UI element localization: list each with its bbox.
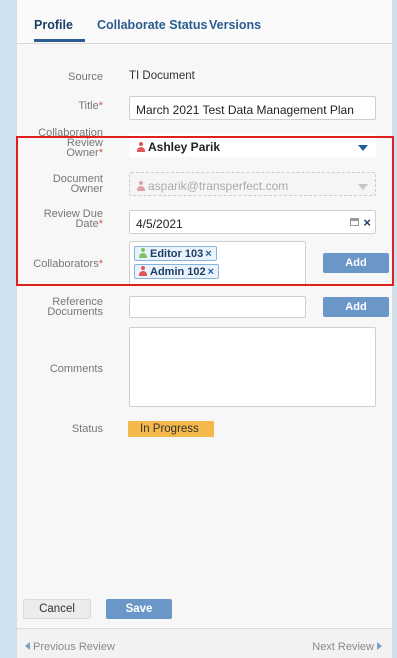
tab-bar: Profile Collaborate Status Versions bbox=[17, 0, 392, 44]
calendar-icon[interactable] bbox=[350, 218, 359, 226]
cancel-button[interactable]: Cancel bbox=[23, 599, 91, 619]
chevron-left-icon bbox=[25, 642, 30, 650]
person-icon bbox=[138, 266, 147, 276]
collaborators-label: Collaborators* bbox=[33, 258, 103, 270]
review-navigation: Previous Review Next Review bbox=[17, 628, 392, 658]
tab-profile[interactable]: Profile bbox=[34, 18, 73, 32]
person-icon bbox=[138, 248, 147, 258]
clear-date-icon[interactable]: × bbox=[363, 215, 371, 230]
save-button[interactable]: Save bbox=[106, 599, 172, 619]
collaborator-chip[interactable]: Admin 102 × bbox=[134, 264, 220, 279]
status-label: Status bbox=[71, 423, 103, 435]
active-tab-indicator bbox=[34, 39, 85, 42]
tab-versions[interactable]: Versions bbox=[209, 18, 261, 32]
remove-chip-icon[interactable]: × bbox=[208, 266, 214, 278]
person-icon bbox=[136, 142, 145, 152]
title-input[interactable]: March 2021 Test Data Management Plan bbox=[129, 96, 376, 120]
add-reference-document-button[interactable]: Add bbox=[323, 297, 389, 317]
source-value: TI Document bbox=[129, 70, 195, 82]
source-label: Source bbox=[68, 71, 103, 83]
reference-documents-input[interactable] bbox=[129, 296, 306, 318]
review-panel: Profile Collaborate Status Versions Sour… bbox=[16, 0, 393, 658]
collaborator-chip[interactable]: Editor 103 × bbox=[134, 246, 217, 261]
collab-owner-select[interactable]: Ashley Parik bbox=[129, 133, 376, 157]
review-due-date-input[interactable]: 4/5/2021 × bbox=[129, 210, 376, 234]
collaborators-field[interactable]: Editor 103 × Admin 102 × bbox=[129, 241, 306, 285]
chevron-down-icon[interactable] bbox=[358, 145, 368, 151]
previous-review-link[interactable]: Previous Review bbox=[25, 641, 115, 653]
comments-textarea[interactable] bbox=[129, 327, 376, 407]
tab-collaborate-status[interactable]: Collaborate Status bbox=[97, 18, 207, 32]
add-collaborator-button[interactable]: Add bbox=[323, 253, 389, 273]
chevron-right-icon bbox=[377, 642, 382, 650]
person-icon bbox=[136, 181, 145, 191]
remove-chip-icon[interactable]: × bbox=[205, 248, 211, 260]
review-due-date-label: Review Due Date* bbox=[43, 208, 103, 230]
title-label: Title* bbox=[78, 100, 103, 112]
chevron-down-icon bbox=[358, 184, 368, 190]
reference-documents-label: Reference Documents bbox=[47, 296, 103, 318]
document-owner-select: asparik@transperfect.com bbox=[129, 172, 376, 196]
document-owner-label: Document Owner bbox=[52, 173, 103, 195]
comments-label: Comments bbox=[49, 363, 103, 375]
next-review-link[interactable]: Next Review bbox=[312, 641, 382, 653]
status-badge: In Progress bbox=[128, 421, 214, 437]
collab-owner-label: Collaboration Review Owner* bbox=[38, 127, 103, 159]
